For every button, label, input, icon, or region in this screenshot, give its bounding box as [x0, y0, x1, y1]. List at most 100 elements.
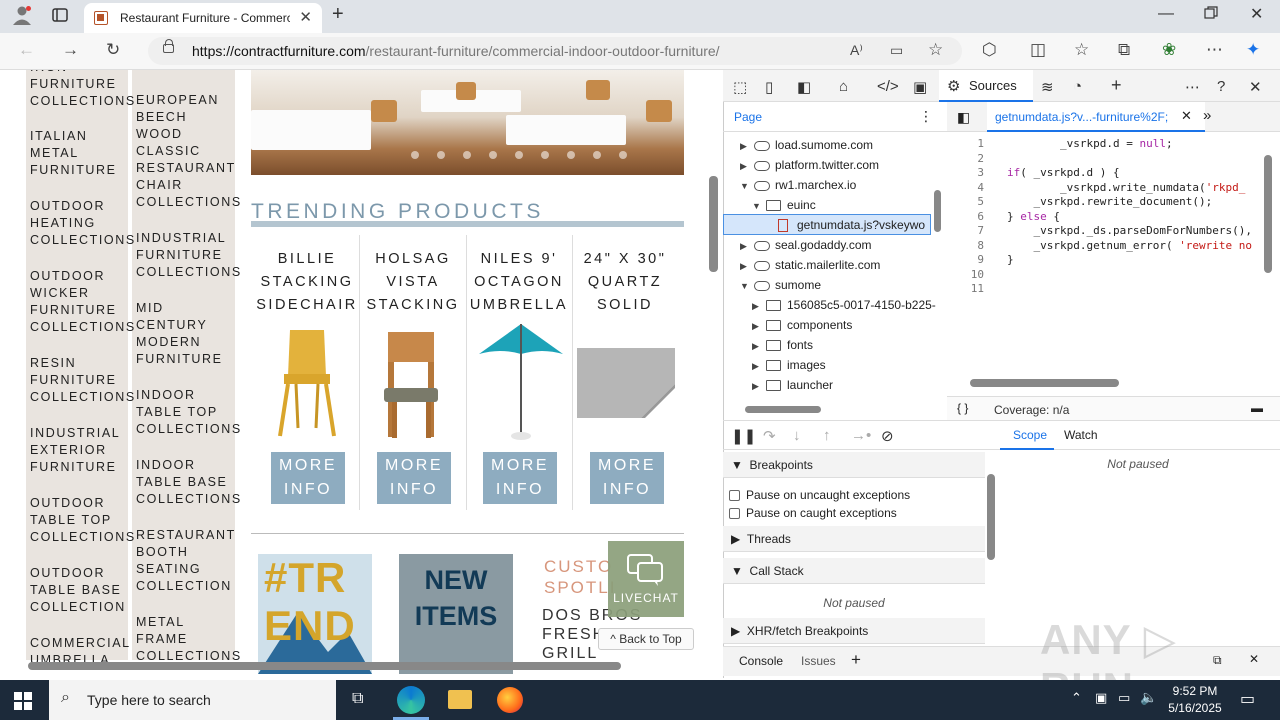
url-bar[interactable]: https://contractfurniture.com/restaurant…: [148, 37, 962, 65]
tree-item[interactable]: ▶ static.mailerlite.com: [740, 255, 880, 275]
restore-icon[interactable]: [1204, 6, 1218, 25]
file-explorer-icon[interactable]: [448, 690, 472, 709]
more-info-button[interactable]: MORE INFO: [590, 452, 664, 504]
line-number[interactable]: 1: [960, 137, 984, 150]
screenshot-icon[interactable]: ▬: [1251, 401, 1263, 415]
slide-dot[interactable]: [463, 151, 471, 159]
xhr-breakpoints-section[interactable]: ▶ XHR/fetch Breakpoints: [723, 618, 985, 644]
collapsed-arrow-icon[interactable]: ▶: [752, 316, 766, 336]
navigator-more-icon[interactable]: ⋮: [919, 108, 933, 125]
url-text[interactable]: https://contractfurniture.com/restaurant…: [192, 43, 720, 59]
close-file-icon[interactable]: ✕: [1181, 108, 1192, 124]
livechat-widget[interactable]: LIVECHAT: [608, 541, 684, 617]
yellow-chair-image[interactable]: [276, 328, 338, 438]
pretty-print-icon[interactable]: { }: [957, 401, 968, 415]
editor-file-tab[interactable]: getnumdata.js?v...-furniture%2F; ✕: [987, 102, 1205, 132]
code-line[interactable]: _vsrkpd._ds.parseDomForNumbers(),: [1007, 224, 1252, 237]
code-line[interactable]: _vsrkpd.rewrite_document();: [1007, 195, 1212, 208]
pause-caught-row[interactable]: Pause on caught exceptions: [729, 506, 897, 520]
browser-tab[interactable]: Restaurant Furniture - Commercial ✕: [84, 3, 322, 33]
favorites-icon[interactable]: ☆: [1074, 40, 1089, 60]
collection-link[interactable]: INDUSTRIAL EXTERIOR FURNITURE: [30, 425, 120, 476]
more-info-button[interactable]: MORE INFO: [377, 452, 451, 504]
collapsed-arrow-icon[interactable]: ▶: [740, 236, 754, 256]
hero-slideshow-image[interactable]: [251, 70, 684, 175]
elements-code-icon[interactable]: </>: [877, 78, 899, 95]
collapsed-arrow-icon[interactable]: ▶: [740, 136, 754, 156]
back-to-top-button[interactable]: ^ Back to Top: [598, 628, 694, 650]
step-out-icon[interactable]: ↑: [823, 427, 831, 444]
firefox-icon[interactable]: [497, 687, 523, 713]
toggle-navigator-icon[interactable]: ◧: [957, 109, 970, 126]
collection-link[interactable]: EUROPEAN BEECH WOOD CLASSIC RESTAURANT C…: [136, 92, 242, 211]
taskbar-search-box[interactable]: ⌕ Type here to search: [49, 680, 336, 720]
line-number[interactable]: 4: [960, 181, 984, 194]
tree-item[interactable]: ▶ components: [752, 315, 852, 335]
line-number[interactable]: 8: [960, 239, 984, 252]
page-vertical-scrollbar[interactable]: [709, 70, 723, 674]
debugger-scroll-thumb[interactable]: [987, 474, 995, 560]
collapsed-arrow-icon[interactable]: ▶: [752, 356, 766, 376]
issues-tab[interactable]: Issues: [801, 654, 836, 668]
inspect-element-icon[interactable]: ⬚: [733, 78, 747, 96]
collection-link[interactable]: INDOOR TABLE TOP COLLECTIONS: [136, 387, 242, 438]
line-number[interactable]: 10: [960, 268, 984, 281]
tree-hscroll-thumb[interactable]: [745, 406, 821, 413]
collapsed-arrow-icon[interactable]: ▶: [740, 256, 754, 276]
slide-dot[interactable]: [593, 151, 601, 159]
quartz-top-image[interactable]: [577, 348, 675, 418]
tree-item[interactable]: ▼ rw1.marchex.io: [740, 175, 856, 195]
task-view-icon[interactable]: ⧉: [352, 690, 363, 708]
step-into-icon[interactable]: ↓: [793, 427, 801, 444]
collection-link[interactable]: INDOOR TABLE BASE COLLECTIONS: [136, 457, 242, 508]
line-number[interactable]: 9: [960, 253, 984, 266]
code-line[interactable]: _vsrkpd.getnum_error( 'rewrite no: [1007, 239, 1252, 252]
code-line[interactable]: }: [1007, 253, 1014, 266]
pause-uncaught-checkbox[interactable]: [729, 490, 740, 502]
notifications-icon[interactable]: ▭: [1240, 689, 1255, 709]
threads-section[interactable]: ▶ Threads: [723, 526, 985, 552]
step-icon[interactable]: →•: [851, 427, 871, 444]
collapsed-arrow-icon[interactable]: ▶: [740, 156, 754, 176]
devtools-menu-icon[interactable]: ⋯: [1185, 78, 1200, 96]
call-stack-section[interactable]: ▼ Call Stack: [723, 558, 985, 584]
code-line[interactable]: if( _vsrkpd.d ) {: [1007, 166, 1120, 179]
tree-item[interactable]: ▶ 156085c5-0017-4150-b225-: [752, 295, 936, 315]
slide-dot[interactable]: [515, 151, 523, 159]
tree-item[interactable]: ▶ launcher: [752, 375, 833, 395]
product-name[interactable]: HOLSAG VISTA STACKING: [361, 248, 465, 311]
performance-icon[interactable]: ❀: [1162, 40, 1176, 60]
tree-item[interactable]: ▶ platform.twitter.com: [740, 155, 879, 175]
slide-dot[interactable]: [619, 151, 627, 159]
collection-link[interactable]: METAL FRAME COLLECTIONS: [136, 614, 242, 665]
line-number[interactable]: 3: [960, 166, 984, 179]
custom-spotlight-title[interactable]: CUSTO SPOTLI: [544, 556, 616, 598]
product-name[interactable]: 24" X 30" QUARTZ SOLID: [573, 248, 677, 311]
collections-icon[interactable]: ⧉: [1118, 40, 1130, 60]
close-tab-icon[interactable]: ✕: [299, 8, 312, 26]
product-name[interactable]: BILLIE STACKING SIDECHAIR: [255, 248, 359, 311]
split-screen-icon[interactable]: ◫: [1030, 40, 1046, 60]
console-tab[interactable]: Console: [739, 654, 783, 668]
lock-icon[interactable]: [163, 39, 174, 53]
collection-link[interactable]: OUTDOOR WICKER FURNITURE COLLECTIONS: [30, 268, 136, 336]
add-drawer-tab-icon[interactable]: +: [851, 650, 861, 670]
close-devtools-icon[interactable]: ✕: [1249, 78, 1262, 96]
line-number[interactable]: 11: [960, 282, 984, 295]
immersive-reader-icon[interactable]: ▭: [890, 42, 903, 59]
more-tools-icon[interactable]: +: [1111, 75, 1122, 96]
collection-link[interactable]: OUTDOOR TABLE BASE COLLECTION: [30, 565, 126, 616]
slide-dot[interactable]: [489, 151, 497, 159]
tree-item[interactable]: ▶ images: [752, 355, 826, 375]
step-over-icon[interactable]: ↷: [763, 427, 776, 445]
collection-link[interactable]: MID CENTURY MODERN FURNITURE: [136, 300, 223, 368]
network-icon[interactable]: ≋: [1041, 78, 1054, 96]
line-number[interactable]: 7: [960, 224, 984, 237]
product-name[interactable]: NILES 9' OCTAGON UMBRELLA: [467, 248, 571, 311]
minimize-icon[interactable]: —: [1158, 5, 1174, 23]
pause-icon[interactable]: ❚❚: [731, 427, 756, 445]
tree-item[interactable]: ▼ euinc: [752, 195, 816, 215]
line-number[interactable]: 5: [960, 195, 984, 208]
windows-start-icon[interactable]: [14, 692, 32, 710]
slide-dot[interactable]: [437, 151, 445, 159]
